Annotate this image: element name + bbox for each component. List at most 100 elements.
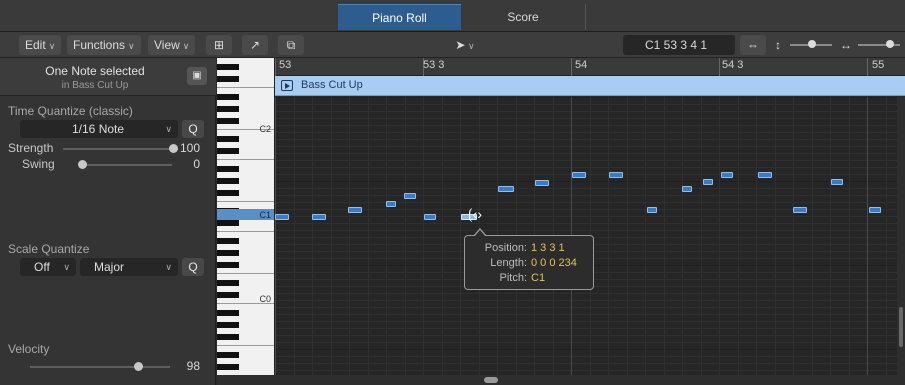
- midi-note[interactable]: [572, 172, 586, 178]
- black-key[interactable]: [217, 106, 239, 112]
- tab-score[interactable]: Score: [461, 4, 585, 30]
- time-quantize-value: 1/16 Note: [72, 122, 125, 136]
- black-key[interactable]: [217, 190, 239, 196]
- horizontal-zoom-knob[interactable]: [886, 40, 894, 48]
- edit-menu-button[interactable]: Edit ∨: [19, 35, 62, 55]
- catch-playhead-icon[interactable]: ⧉: [278, 35, 304, 55]
- midi-note[interactable]: [535, 180, 549, 186]
- midi-note[interactable]: [348, 207, 362, 213]
- midi-note[interactable]: [703, 179, 713, 185]
- black-key[interactable]: [217, 262, 239, 268]
- black-key[interactable]: [217, 94, 239, 100]
- velocity-slider[interactable]: [30, 366, 170, 368]
- swing-label: Swing: [22, 157, 55, 171]
- horizontal-scrollbar[interactable]: [217, 375, 905, 385]
- black-key[interactable]: [217, 250, 239, 256]
- midi-note[interactable]: [609, 172, 623, 178]
- black-key[interactable]: [217, 64, 239, 70]
- white-key-divider: [217, 87, 274, 88]
- selection-header: One Note selected in Bass Cut Up ▣: [0, 58, 216, 96]
- midi-note[interactable]: [831, 179, 843, 185]
- scale-type-dropdown[interactable]: Major ∨: [80, 258, 178, 276]
- black-key[interactable]: [217, 76, 239, 82]
- midi-note[interactable]: [793, 207, 807, 213]
- grid-beat-line: [423, 97, 424, 375]
- inspector-menu-icon[interactable]: ▣: [187, 67, 207, 85]
- strength-slider[interactable]: [63, 148, 173, 150]
- tooltip-pitch-label: Pitch:: [499, 272, 527, 284]
- midi-note[interactable]: [721, 172, 733, 178]
- black-key[interactable]: [217, 220, 239, 226]
- tab-divider: [585, 4, 586, 30]
- velocity-knob[interactable]: [133, 362, 143, 371]
- black-key[interactable]: [217, 280, 239, 286]
- grid-beat-line: [405, 97, 406, 375]
- scale-quantize-button[interactable]: Q: [182, 258, 204, 276]
- black-key[interactable]: [217, 136, 239, 142]
- piano-keyboard[interactable]: C2 C1 C0: [217, 58, 275, 375]
- strength-label: Strength: [8, 141, 54, 155]
- scale-root-dropdown[interactable]: Off ∨: [20, 258, 76, 276]
- black-key[interactable]: [217, 364, 239, 370]
- midi-note[interactable]: [275, 214, 289, 220]
- inspector-panel: One Note selected in Bass Cut Up ▣ Time …: [0, 58, 216, 385]
- midi-note[interactable]: [682, 186, 692, 192]
- view-menu-button[interactable]: View ∨: [148, 35, 196, 55]
- white-key-divider: [217, 159, 274, 160]
- vertical-zoom-knob[interactable]: [808, 40, 816, 48]
- region-header[interactable]: Bass Cut Up: [275, 76, 905, 96]
- midi-note[interactable]: [404, 193, 416, 199]
- quantize-button[interactable]: Q: [182, 120, 204, 138]
- midi-note[interactable]: [647, 207, 657, 213]
- vertical-scrollbar[interactable]: [897, 97, 905, 375]
- grid-beat-line: [294, 97, 295, 375]
- chevron-down-icon: ∨: [182, 41, 190, 51]
- midi-note[interactable]: [386, 201, 396, 207]
- black-key[interactable]: [217, 334, 239, 340]
- key-label-c1: C1: [259, 210, 271, 220]
- ruler-tick: [275, 58, 276, 76]
- ruler-label: 54: [575, 59, 588, 71]
- note-info-tooltip: Position: 1 3 3 1 Length: 0 0 0 234 Pitc…: [464, 228, 594, 290]
- black-key[interactable]: [217, 292, 239, 298]
- grid-beat-line: [349, 97, 350, 375]
- automation-icon[interactable]: ↗: [242, 35, 268, 55]
- chevron-down-icon: ∨: [63, 262, 70, 272]
- grid-beat-line: [664, 97, 665, 375]
- black-key[interactable]: [217, 148, 239, 154]
- vertical-scroll-thumb[interactable]: [899, 307, 903, 347]
- swing-knob[interactable]: [78, 160, 87, 169]
- midi-note[interactable]: [758, 172, 772, 178]
- horizontal-scroll-thumb[interactable]: [484, 377, 498, 383]
- fit-width-icon[interactable]: ⇔: [740, 35, 766, 55]
- tooltip-position-label: Position:: [484, 242, 527, 254]
- black-key[interactable]: [217, 322, 239, 328]
- midi-note[interactable]: [424, 214, 436, 220]
- grid-beat-line: [756, 97, 757, 375]
- black-key[interactable]: [217, 166, 239, 172]
- midi-note[interactable]: [869, 207, 881, 213]
- horizontal-zoom-icon: ↔: [840, 38, 852, 52]
- swing-slider[interactable]: [82, 164, 172, 166]
- view-tab-bar: Piano Roll Score: [0, 0, 905, 32]
- black-key[interactable]: [217, 178, 239, 184]
- black-key[interactable]: [217, 310, 239, 316]
- black-key[interactable]: [217, 352, 239, 358]
- midi-note[interactable]: [498, 186, 514, 192]
- chevron-down-icon: ∨: [165, 124, 172, 134]
- midi-note[interactable]: [312, 214, 326, 220]
- time-quantize-dropdown[interactable]: 1/16 Note ∨: [20, 120, 178, 138]
- black-key[interactable]: [217, 238, 239, 244]
- strength-value: 100: [179, 141, 200, 155]
- grid-beat-line: [701, 97, 702, 375]
- bar-ruler[interactable]: 53 53 3 54 54 3 55: [275, 58, 905, 76]
- ruler-tick: [719, 58, 720, 76]
- black-key[interactable]: [217, 118, 239, 124]
- region-name: Bass Cut Up: [301, 79, 363, 91]
- functions-menu-button[interactable]: Functions ∨: [67, 35, 141, 55]
- arrow-pointer-icon[interactable]: ➤ ∨: [449, 35, 481, 55]
- ruler-label: 53: [279, 59, 292, 71]
- swing-value: 0: [193, 157, 200, 171]
- midi-in-icon[interactable]: ⊞: [206, 35, 232, 55]
- tab-piano-roll[interactable]: Piano Roll: [338, 4, 461, 30]
